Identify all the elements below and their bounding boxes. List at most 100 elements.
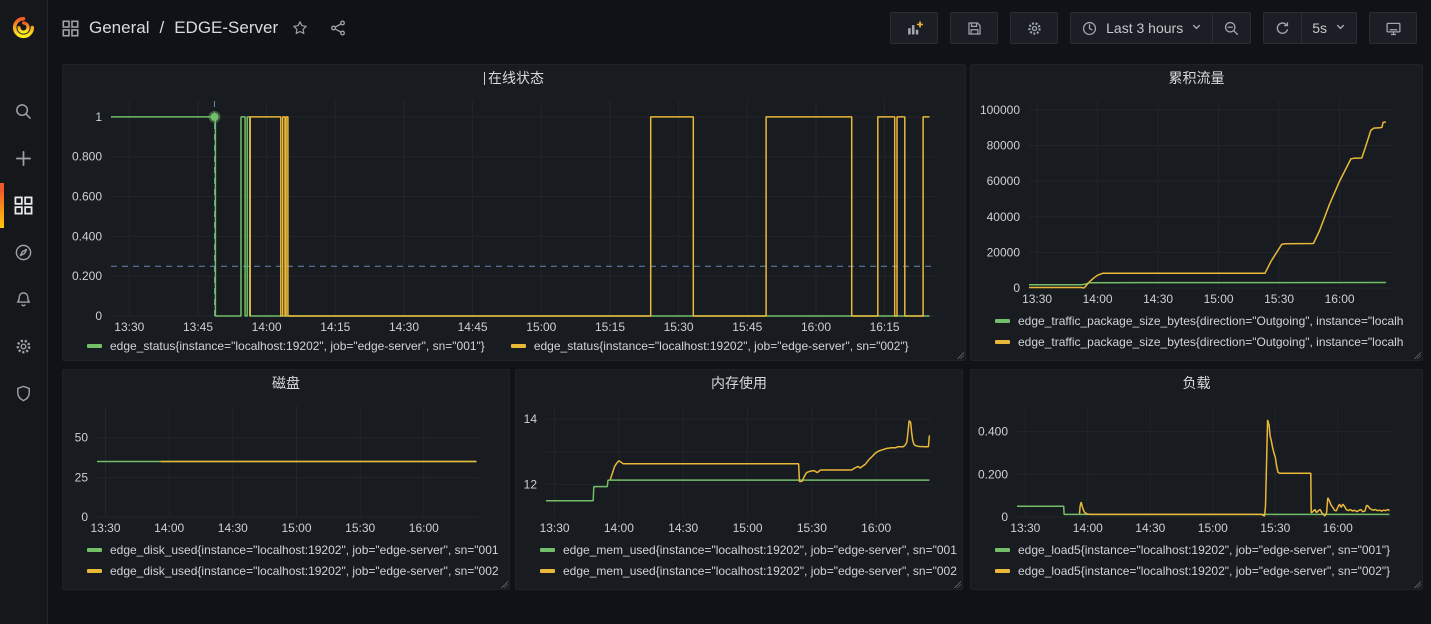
grafana-logo[interactable] <box>0 0 47 54</box>
panel-resize-handle[interactable] <box>956 351 964 359</box>
panel-title[interactable]: 内存使用 <box>516 370 962 396</box>
legend: edge_status{instance="localhost:19202", … <box>63 338 965 360</box>
zoom-out-icon <box>1223 20 1240 37</box>
svg-text:13:30: 13:30 <box>1010 521 1040 535</box>
sidebar-menu <box>0 88 47 417</box>
time-picker-group: Last 3 hours <box>1070 12 1251 44</box>
svg-text:0.600: 0.600 <box>72 190 102 204</box>
svg-text:15:00: 15:00 <box>1204 292 1234 306</box>
svg-text:16:00: 16:00 <box>801 320 831 334</box>
svg-text:16:00: 16:00 <box>861 521 891 535</box>
svg-text:60000: 60000 <box>987 174 1021 188</box>
svg-text:14:15: 14:15 <box>320 320 350 334</box>
chart-svg: 00.2000.40013:3014:0014:3015:0015:3016:0… <box>971 396 1422 539</box>
chart-memory-usage[interactable]: 121413:3014:0014:3015:0015:3016:00 <box>516 396 962 539</box>
legend-item[interactable]: edge_status{instance="localhost:19202", … <box>87 339 485 353</box>
zoom-out-button[interactable] <box>1212 13 1250 43</box>
sidebar-item-search[interactable] <box>0 88 47 135</box>
panel-resize-handle[interactable] <box>1413 351 1421 359</box>
svg-text:15:30: 15:30 <box>664 320 694 334</box>
breadcrumb-folder[interactable]: General <box>89 18 149 38</box>
svg-text:13:45: 13:45 <box>183 320 213 334</box>
panel-load: 负载 00.2000.40013:3014:0014:3015:0015:301… <box>970 369 1423 590</box>
sidebar-item-alerting[interactable] <box>0 276 47 323</box>
bell-icon <box>14 290 33 309</box>
refresh-interval-picker[interactable]: 5s <box>1301 13 1356 43</box>
search-icon <box>14 102 33 121</box>
chart-disk[interactable]: 0255013:3014:0014:3015:0015:3016:00 <box>63 396 509 539</box>
legend-swatch <box>540 548 555 552</box>
svg-text:0.400: 0.400 <box>978 425 1008 439</box>
legend: edge_mem_used{instance="localhost:19202"… <box>516 539 962 589</box>
svg-text:15:15: 15:15 <box>595 320 625 334</box>
panel-resize-handle[interactable] <box>1413 580 1421 588</box>
share-button[interactable] <box>330 20 346 36</box>
sidebar-item-dashboards[interactable] <box>0 182 47 229</box>
legend-swatch <box>995 548 1010 552</box>
legend-item[interactable]: edge_load5{instance="localhost:19202", j… <box>995 561 1414 582</box>
chart-svg: 00.2000.4000.6000.800113:3013:4514:0014:… <box>63 91 965 338</box>
legend-label: edge_mem_used{instance="localhost:19202"… <box>563 543 957 557</box>
svg-text:14:00: 14:00 <box>1083 292 1113 306</box>
kiosk-mode-button[interactable] <box>1369 12 1417 44</box>
legend-label: edge_mem_used{instance="localhost:19202"… <box>563 564 957 578</box>
sidebar-item-server-admin[interactable] <box>0 370 47 417</box>
svg-text:15:00: 15:00 <box>1198 521 1228 535</box>
compass-icon <box>14 243 33 262</box>
legend-item[interactable]: edge_mem_used{instance="localhost:19202"… <box>540 561 954 582</box>
dashboards-grid-icon <box>14 196 33 215</box>
plus-icon <box>14 149 33 168</box>
svg-text:15:00: 15:00 <box>526 320 556 334</box>
legend-label: edge_disk_used{instance="localhost:19202… <box>110 543 499 557</box>
svg-text:14:00: 14:00 <box>252 320 282 334</box>
gear-icon <box>1026 20 1043 37</box>
legend-item[interactable]: edge_traffic_package_size_bytes{directio… <box>995 311 1414 332</box>
legend-swatch <box>995 569 1010 573</box>
legend-item[interactable]: edge_disk_used{instance="localhost:19202… <box>87 540 501 561</box>
legend-label: edge_traffic_package_size_bytes{directio… <box>1018 314 1403 328</box>
legend-item[interactable]: edge_status{instance="localhost:19202", … <box>511 339 909 353</box>
legend-item[interactable]: edge_disk_used{instance="localhost:19202… <box>87 561 501 582</box>
legend: edge_disk_used{instance="localhost:19202… <box>63 539 509 589</box>
time-range-label: Last 3 hours <box>1106 20 1183 36</box>
svg-text:16:00: 16:00 <box>1325 292 1355 306</box>
star-button[interactable] <box>292 20 308 36</box>
monitor-icon <box>1385 20 1402 37</box>
legend-item[interactable]: edge_mem_used{instance="localhost:19202"… <box>540 540 954 561</box>
panel-title[interactable]: 负载 <box>971 370 1422 396</box>
svg-text:16:00: 16:00 <box>409 521 439 535</box>
panel-memory-usage: 内存使用 121413:3014:0014:3015:0015:3016:00 … <box>515 369 963 590</box>
save-dashboard-button[interactable] <box>950 12 998 44</box>
chart-cumulative-traffic[interactable]: 02000040000600008000010000013:3014:0014:… <box>971 91 1422 310</box>
chart-load[interactable]: 00.2000.40013:3014:0014:3015:0015:3016:0… <box>971 396 1422 539</box>
legend-label: edge_load5{instance="localhost:19202", j… <box>1018 564 1390 578</box>
panel-title[interactable]: 磁盘 <box>63 370 509 396</box>
chart-online-status[interactable]: 00.2000.4000.6000.800113:3013:4514:0014:… <box>63 91 965 338</box>
time-range-picker[interactable]: Last 3 hours <box>1071 13 1212 43</box>
refresh-button[interactable] <box>1264 13 1301 43</box>
svg-text:80000: 80000 <box>987 139 1021 153</box>
svg-text:13:30: 13:30 <box>114 320 144 334</box>
svg-text:0: 0 <box>1013 281 1020 295</box>
sidebar-item-configuration[interactable] <box>0 323 47 370</box>
legend-item[interactable]: edge_traffic_package_size_bytes{directio… <box>995 332 1414 353</box>
grafana-logo-icon <box>10 14 37 41</box>
sidebar-item-explore[interactable] <box>0 229 47 276</box>
svg-text:50: 50 <box>75 431 89 445</box>
dashboard-settings-button[interactable] <box>1010 12 1058 44</box>
clock-icon <box>1081 20 1098 37</box>
chevron-down-icon <box>1191 19 1202 37</box>
panel-title[interactable]: 累积流量 <box>971 65 1422 91</box>
legend-item[interactable]: edge_load5{instance="localhost:19202", j… <box>995 540 1414 561</box>
sidebar-item-create[interactable] <box>0 135 47 182</box>
svg-text:0.400: 0.400 <box>72 229 102 243</box>
breadcrumb-dashboard-title[interactable]: EDGE-Server <box>174 18 278 38</box>
panel-resize-handle[interactable] <box>500 580 508 588</box>
legend-label: edge_status{instance="localhost:19202", … <box>534 339 909 353</box>
add-panel-button[interactable] <box>890 12 938 44</box>
svg-text:1: 1 <box>95 110 102 124</box>
share-icon <box>330 20 346 36</box>
panel-resize-handle[interactable] <box>953 580 961 588</box>
panel-title[interactable]: 在线状态 <box>63 65 965 91</box>
dashboard-canvas: 在线状态 00.2000.4000.6000.800113:3013:4514:… <box>48 56 1431 624</box>
